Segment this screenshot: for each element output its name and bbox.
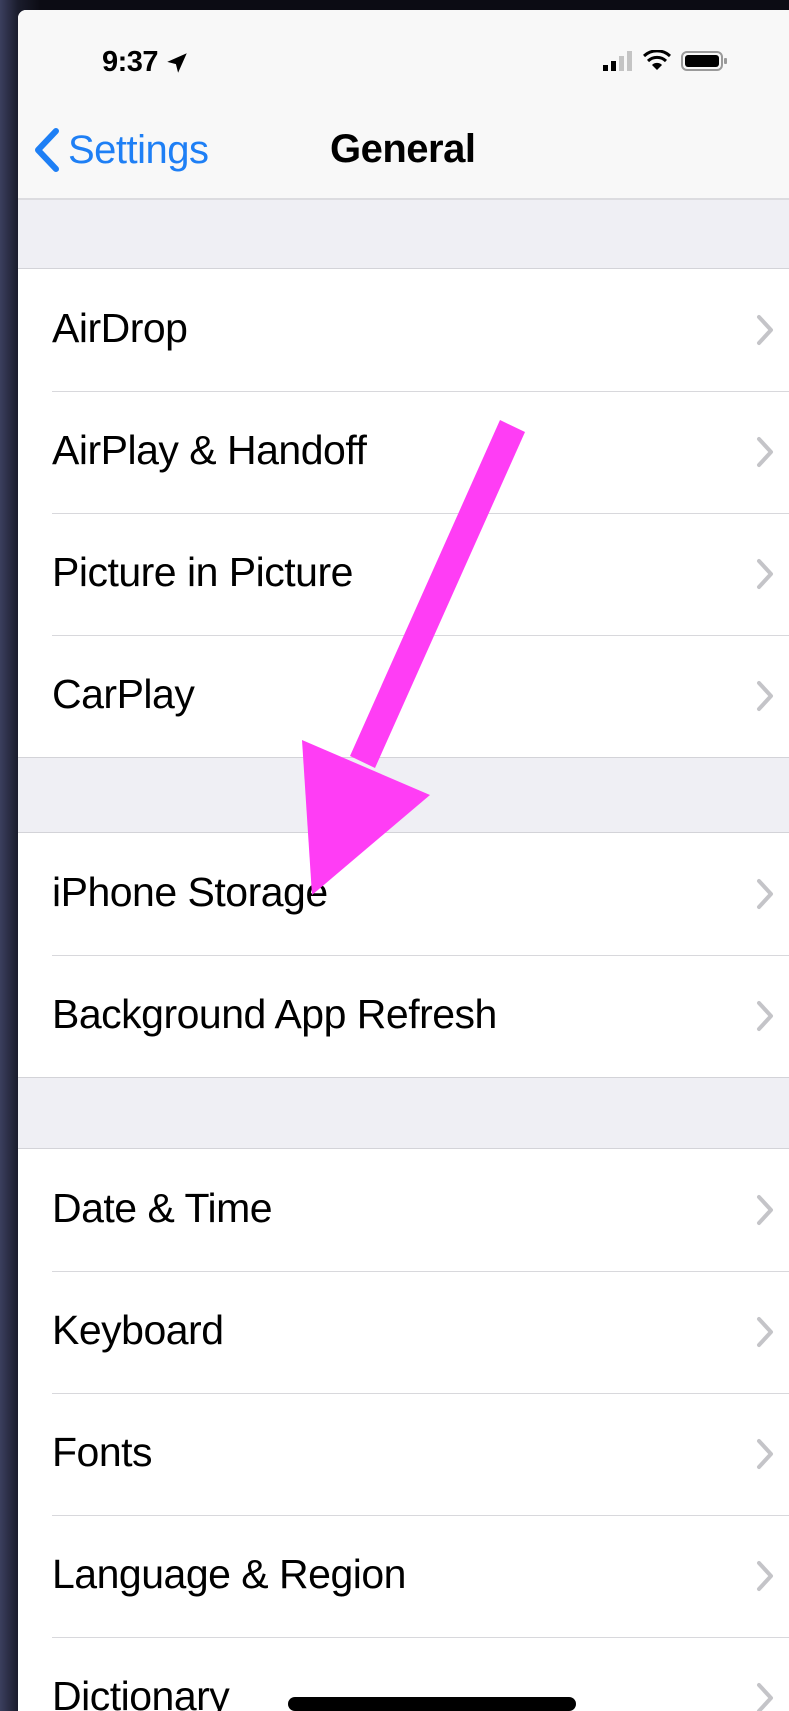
status-icons: [603, 50, 729, 72]
settings-group-regional: Date & Time Keyboard Fonts Language & Re…: [18, 1148, 789, 1711]
list-item-iphone-storage[interactable]: iPhone Storage: [18, 833, 789, 955]
list-item-picture-in-picture[interactable]: Picture in Picture: [18, 513, 789, 635]
list-item-label: Background App Refresh: [52, 991, 497, 1037]
chevron-right-icon: [757, 1439, 773, 1469]
list-item-airplay-handoff[interactable]: AirPlay & Handoff: [18, 391, 789, 513]
list-item-language-region[interactable]: Language & Region: [18, 1515, 789, 1637]
list-item-carplay[interactable]: CarPlay: [18, 635, 789, 757]
cellular-signal-icon: [603, 51, 632, 71]
list-item-airdrop[interactable]: AirDrop: [18, 269, 789, 391]
chevron-right-icon: [757, 559, 773, 589]
chevron-right-icon: [757, 315, 773, 345]
list-item-date-time[interactable]: Date & Time: [18, 1149, 789, 1271]
phone-screen: 9:37 Settings General AirDrop AirPlay & …: [18, 10, 789, 1711]
list-item-background-app-refresh[interactable]: Background App Refresh: [18, 955, 789, 1077]
list-item-label: CarPlay: [52, 671, 195, 717]
settings-group-connectivity: AirDrop AirPlay & Handoff Picture in Pic…: [18, 268, 789, 758]
status-bar: 9:37: [18, 10, 789, 110]
list-item-keyboard[interactable]: Keyboard: [18, 1271, 789, 1393]
chevron-right-icon: [757, 1561, 773, 1591]
list-item-label: Date & Time: [52, 1185, 273, 1231]
list-item-fonts[interactable]: Fonts: [18, 1393, 789, 1515]
status-time-text: 9:37: [102, 46, 159, 78]
location-arrow-icon: [167, 52, 187, 73]
status-time: 9:37: [102, 46, 190, 79]
back-button[interactable]: Settings: [34, 120, 209, 180]
chevron-right-icon: [757, 1317, 773, 1347]
back-button-label: Settings: [68, 127, 209, 172]
chevron-right-icon: [757, 437, 773, 467]
list-item-label: Dictionary: [52, 1673, 230, 1711]
list-item-label: AirPlay & Handoff: [52, 427, 367, 473]
chevron-right-icon: [757, 1001, 773, 1031]
page-title: General: [330, 127, 476, 171]
chevron-left-icon: [35, 128, 59, 172]
wifi-icon: [643, 50, 671, 70]
list-item-label: Keyboard: [52, 1307, 224, 1353]
settings-group-storage: iPhone Storage Background App Refresh: [18, 832, 789, 1078]
chevron-right-icon: [757, 879, 773, 909]
list-item-label: iPhone Storage: [52, 869, 328, 915]
list-item-label: Fonts: [52, 1429, 153, 1475]
list-item-label: Language & Region: [52, 1551, 406, 1597]
list-item-label: AirDrop: [52, 305, 188, 351]
chevron-right-icon: [757, 681, 773, 711]
chevron-right-icon: [757, 1683, 773, 1711]
navigation-bar: Settings General: [18, 110, 789, 200]
home-indicator[interactable]: [288, 1697, 576, 1711]
battery-icon: [681, 51, 727, 71]
list-item-label: Picture in Picture: [52, 549, 353, 595]
chevron-right-icon: [757, 1195, 773, 1225]
